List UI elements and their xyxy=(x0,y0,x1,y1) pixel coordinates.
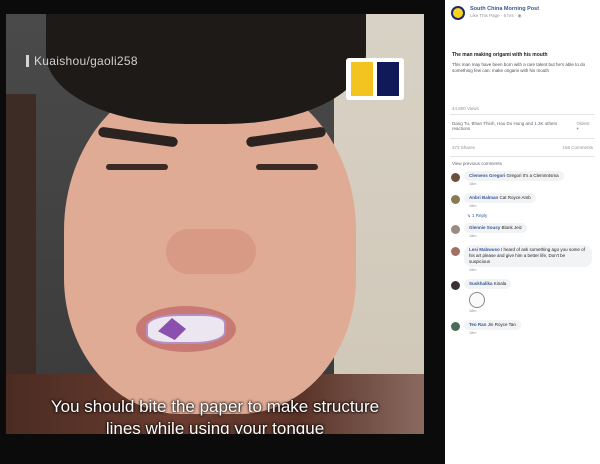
comment: Anbri Balman Cat Royce Amb 18m xyxy=(445,190,600,212)
sticker-icon xyxy=(469,292,485,308)
comments-count[interactable]: 168 Comments xyxy=(562,145,593,150)
commenter-name[interactable]: Anbri Balman xyxy=(469,195,498,200)
commenter-name[interactable]: Suskhalika xyxy=(469,281,493,286)
comment: Suskhalika Kinala 18m xyxy=(445,276,600,317)
video-caption-line1: You should bite the paper to make struct… xyxy=(50,397,380,416)
commenter-avatar[interactable] xyxy=(451,281,460,290)
comment-text: Kinala xyxy=(493,281,507,286)
comment: Clemens Gregori Gregori It's a Clemnntsm… xyxy=(445,168,600,190)
page-header: South China Morning Post Like This Page … xyxy=(445,0,600,24)
comment-bubble: Anbri Balman Cat Royce Amb xyxy=(464,193,536,203)
comment-meta: 18m xyxy=(469,309,477,313)
share-row: 373 Shares 168 Comments xyxy=(445,139,600,156)
commenter-name[interactable]: Lesi Mabwuso xyxy=(469,247,500,252)
sort-comments-dropdown[interactable]: Oldest ▾ xyxy=(577,121,593,132)
comment-text: Blank Jeiz xyxy=(501,225,523,230)
right-eye xyxy=(256,164,318,170)
post-sidebar: South China Morning Post Like This Page … xyxy=(445,0,600,464)
comment-meta: 18m xyxy=(469,234,477,238)
nose xyxy=(166,229,256,274)
comment-meta: 18m xyxy=(469,268,477,272)
logo-navy-block xyxy=(377,62,399,96)
video-player[interactable]: Kuaishou/gaoli258 You should bite the pa… xyxy=(0,0,445,464)
post-title: The man making origami with his mouth xyxy=(452,52,548,58)
comment-meta: 18m xyxy=(469,182,477,186)
comment-bubble: Teo Ran Jin Royce Tan xyxy=(464,320,521,330)
shares-count[interactable]: 373 Shares xyxy=(452,145,475,150)
comment-meta: 18m xyxy=(469,331,477,335)
comment-text: Jin Royce Tan xyxy=(487,322,516,327)
comment: Teo Ran Jin Royce Tan 18m xyxy=(445,317,600,339)
view-count: 44,800 Views xyxy=(452,106,479,111)
left-eye xyxy=(106,164,168,170)
publisher-logo xyxy=(346,58,404,100)
comment-bubble: Glennie Sousy Blank Jeiz xyxy=(464,223,528,233)
comment-text: Gregori It's a Clemnntsma xyxy=(506,173,559,178)
paper-origami xyxy=(146,314,226,344)
page-avatar[interactable] xyxy=(451,6,465,20)
commenter-avatar[interactable] xyxy=(451,195,460,204)
watermark-text: Kuaishou/gaoli258 xyxy=(34,54,138,68)
video-watermark: Kuaishou/gaoli258 xyxy=(26,54,138,68)
comment: Glennie Sousy Blank Jeiz 18m xyxy=(445,220,600,242)
commenter-name[interactable]: Clemens Gregori xyxy=(469,173,505,178)
reactions-row[interactable]: Dang Tu, Bhan Thinh, Hau Do Hung and 1.3… xyxy=(445,115,600,138)
reactions-text[interactable]: Dang Tu, Bhan Thinh, Hau Do Hung and 1.3… xyxy=(452,121,577,132)
comment-meta: 18m xyxy=(469,204,477,208)
page-name-link[interactable]: South China Morning Post xyxy=(470,6,539,12)
commenter-avatar[interactable] xyxy=(451,322,460,331)
commenter-avatar[interactable] xyxy=(451,225,460,234)
view-replies-link[interactable]: ↳ 1 Reply xyxy=(445,212,600,220)
commenter-avatar[interactable] xyxy=(451,173,460,182)
video-caption-line2: lines while using your tongue xyxy=(105,419,325,434)
commenter-avatar[interactable] xyxy=(451,247,460,256)
video-frame[interactable]: Kuaishou/gaoli258 You should bite the pa… xyxy=(6,14,424,434)
comment: Lesi Mabwuso I heard of ask something ag… xyxy=(445,242,600,276)
watermark-bar-icon xyxy=(26,55,29,67)
comment-bubble: Suskhalika Kinala xyxy=(464,279,512,289)
commenter-name[interactable]: Teo Ran xyxy=(469,322,486,327)
comment-bubble: Clemens Gregori Gregori It's a Clemnntsm… xyxy=(464,171,564,181)
logo-yellow-block xyxy=(351,62,373,96)
view-previous-comments-link[interactable]: View previous comments xyxy=(445,157,600,168)
comment-text: Cat Royce Amb xyxy=(499,195,531,200)
post-body: This man may have been born with a rare … xyxy=(452,62,586,73)
commenter-name[interactable]: Glennie Sousy xyxy=(469,225,500,230)
hair xyxy=(46,14,366,124)
comment-bubble: Lesi Mabwuso I heard of ask something ag… xyxy=(464,245,592,267)
page-meta: Like This Page · 6 hrs · ◉ xyxy=(470,13,522,18)
